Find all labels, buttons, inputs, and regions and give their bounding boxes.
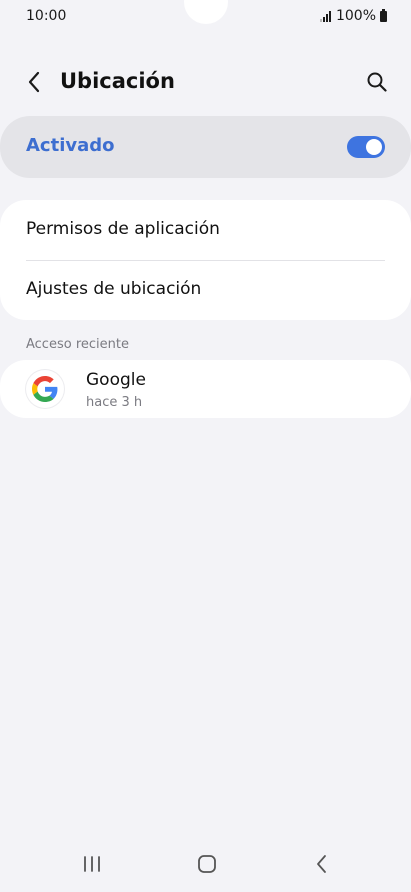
list-item-label: Ajustes de ubicación bbox=[26, 279, 202, 299]
signal-icon bbox=[319, 10, 331, 22]
app-icon bbox=[26, 370, 64, 408]
recents-icon bbox=[84, 856, 100, 872]
camera-notch bbox=[183, 0, 228, 24]
location-settings-list: Permisos de aplicación Ajustes de ubicac… bbox=[0, 200, 411, 320]
battery-percentage: 100% bbox=[335, 8, 376, 24]
status-time: 10:00 bbox=[26, 8, 67, 24]
app-header: Ubicación bbox=[0, 58, 411, 106]
status-indicators: 100% bbox=[319, 8, 387, 24]
search-icon bbox=[367, 72, 387, 92]
recents-button[interactable] bbox=[78, 850, 106, 878]
recent-access-header: Acceso reciente bbox=[26, 337, 129, 352]
back-nav-button[interactable] bbox=[308, 850, 336, 878]
page-title: Ubicación bbox=[60, 69, 175, 93]
recent-app-google[interactable]: Google hace 3 h bbox=[0, 360, 411, 418]
back-nav-icon bbox=[317, 855, 326, 873]
battery-icon bbox=[380, 8, 387, 22]
chevron-left-icon bbox=[28, 71, 40, 93]
system-nav-bar bbox=[0, 836, 411, 892]
home-button[interactable] bbox=[193, 850, 221, 878]
google-icon bbox=[32, 376, 58, 402]
recent-app-time: hace 3 h bbox=[86, 395, 143, 410]
recent-app-name: Google bbox=[86, 370, 146, 390]
home-icon bbox=[198, 855, 216, 873]
back-button[interactable] bbox=[20, 68, 48, 96]
search-button[interactable] bbox=[363, 68, 391, 96]
list-item-location-settings[interactable]: Ajustes de ubicación bbox=[0, 260, 411, 320]
status-bar: 10:00 100% bbox=[0, 0, 411, 34]
location-toggle[interactable] bbox=[347, 136, 385, 158]
master-switch-label: Activado bbox=[26, 135, 115, 156]
location-master-switch-row[interactable]: Activado bbox=[0, 116, 411, 178]
toggle-knob bbox=[366, 139, 382, 155]
list-item-label: Permisos de aplicación bbox=[26, 219, 220, 239]
list-item-app-permissions[interactable]: Permisos de aplicación bbox=[0, 200, 411, 260]
